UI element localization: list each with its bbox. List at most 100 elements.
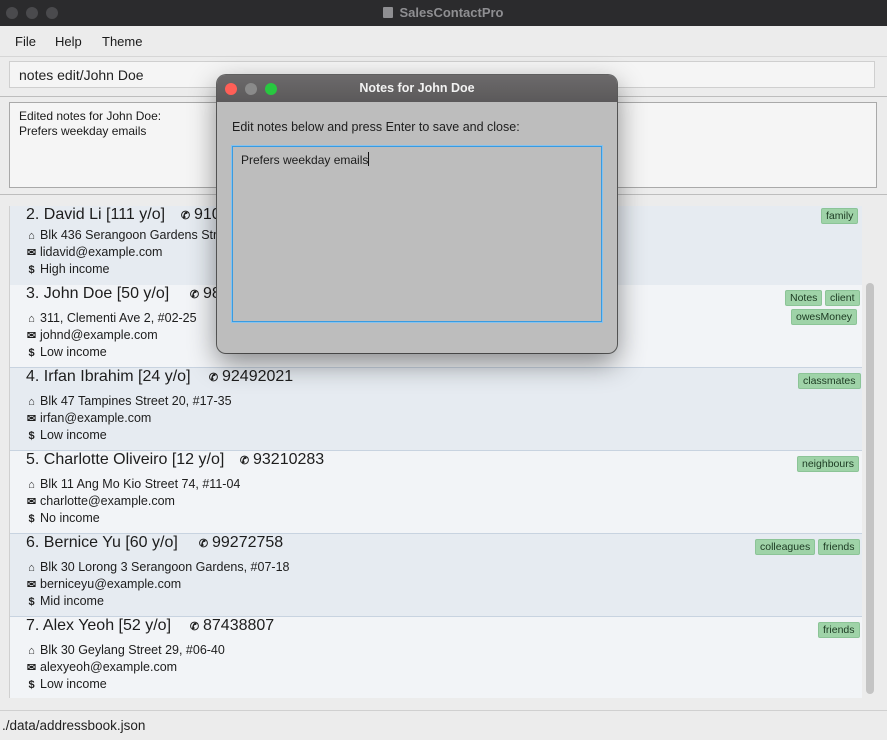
income-text: Mid income [40, 594, 104, 608]
home-icon: ⌂ [28, 230, 35, 242]
dialog-zoom-button[interactable] [265, 83, 277, 95]
tag-owesmoney: owesMoney [791, 309, 858, 325]
person-name: 3. John Doe [50 y/o] [26, 285, 170, 302]
person-card[interactable]: 4. Irfan Ibrahim [24 y/o] ✆ 92492021 ⌂ Blk… [10, 368, 862, 451]
person-phone: ✆ 99272758 [198, 534, 283, 552]
tag-notes: Notes [785, 290, 823, 306]
menu-help[interactable]: Help [55, 34, 82, 49]
notes-editor[interactable]: Prefers weekday emails [232, 146, 602, 322]
person-name: 2. David Li [111 y/o] [26, 206, 166, 223]
tag-colleagues: colleagues [755, 539, 816, 555]
income-text: Low income [40, 677, 107, 691]
dollar-icon: $ [28, 679, 35, 691]
phone-icon: ✆ [180, 210, 191, 222]
mail-icon: ✉ [26, 330, 37, 342]
income-text: No income [40, 511, 100, 525]
home-icon: ⌂ [28, 396, 35, 408]
phone-icon: ✆ [189, 289, 200, 301]
phone-icon: ✆ [198, 538, 209, 550]
person-email: ✉ irfan@example.com [26, 411, 151, 425]
person-card[interactable]: 6. Bernice Yu [60 y/o] ✆ 99272758 ⌂ Blk 30… [10, 534, 862, 617]
phone-icon: ✆ [239, 455, 250, 467]
phone-number: 93210283 [253, 451, 325, 468]
person-name: 5. Charlotte Oliveiro [12 y/o] [26, 451, 225, 468]
person-email: ✉ alexyeoh@example.com [26, 660, 177, 674]
notes-editor-text: Prefers weekday emails [241, 153, 369, 167]
dollar-icon: $ [28, 264, 35, 276]
storage-path: ./data/addressbook.json [2, 718, 146, 733]
window-titlebar: SalesContactPro [0, 0, 887, 26]
person-name: 6. Bernice Yu [60 y/o] [26, 534, 178, 551]
app-icon [383, 7, 394, 18]
person-address: ⌂ Blk 436 Serangoon Gardens Stre [26, 228, 224, 242]
menu-theme[interactable]: Theme [102, 34, 142, 49]
person-email: ✉ charlotte@example.com [26, 494, 175, 508]
person-phone: ✆ 87438807 [189, 617, 274, 635]
mail-icon: ✉ [26, 413, 37, 425]
dialog-prompt: Edit notes below and press Enter to save… [232, 120, 520, 134]
dollar-icon: $ [28, 596, 35, 608]
email-text: berniceyu@example.com [40, 577, 182, 591]
person-income: $ High income [26, 262, 109, 276]
home-icon: ⌂ [28, 479, 35, 491]
address-text: Blk 30 Geylang Street 29, #06-40 [40, 643, 225, 657]
address-text: Blk 47 Tampines Street 20, #17-35 [40, 394, 232, 408]
home-icon: ⌂ [28, 562, 35, 574]
email-text: alexyeoh@example.com [40, 660, 178, 674]
mail-icon: ✉ [26, 662, 37, 674]
dialog-close-button[interactable] [225, 83, 237, 95]
phone-icon: ✆ [208, 372, 219, 384]
address-text: Blk 436 Serangoon Gardens Stre [40, 228, 225, 242]
email-text: johnd@example.com [40, 328, 158, 342]
menu-file[interactable]: File [15, 34, 36, 49]
person-income: $ Low income [26, 677, 107, 691]
person-card[interactable]: 7. Alex Yeoh [52 y/o] ✆ 87438807 ⌂ Blk 30 … [10, 617, 862, 698]
notes-dialog[interactable]: Notes for John Doe Edit notes below and … [217, 75, 617, 353]
dollar-icon: $ [28, 430, 35, 442]
dialog-title: Notes for John Doe [359, 81, 475, 95]
person-address: ⌂ 311, Clementi Ave 2, #02-25 [26, 311, 197, 325]
person-phone: ✆ 93210283 [239, 451, 324, 469]
person-name: 4. Irfan Ibrahim [24 y/o] [26, 368, 191, 385]
dollar-icon: $ [28, 513, 35, 525]
phone-number: 87438807 [203, 617, 275, 634]
tag-client: client [825, 290, 860, 306]
home-icon: ⌂ [28, 645, 35, 657]
email-text: charlotte@example.com [40, 494, 175, 508]
dollar-icon: $ [28, 347, 35, 359]
person-address: ⌂ Blk 30 Geylang Street 29, #06-40 [26, 643, 225, 657]
window-title-container: SalesContactPro [0, 5, 887, 20]
person-income: $ Low income [26, 428, 107, 442]
person-income: $ No income [26, 511, 100, 525]
person-email: ✉ berniceyu@example.com [26, 577, 181, 591]
person-address: ⌂ Blk 47 Tampines Street 20, #17-35 [26, 394, 232, 408]
mail-icon: ✉ [26, 247, 37, 259]
income-text: High income [40, 262, 110, 276]
person-email: ✉ lidavid@example.com [26, 245, 163, 259]
mail-icon: ✉ [26, 496, 37, 508]
status-bar: ./data/addressbook.json [0, 710, 887, 740]
tag-classmates: classmates [798, 373, 861, 389]
phone-number: 99272758 [212, 534, 284, 551]
person-name: 7. Alex Yeoh [52 y/o] [26, 617, 172, 634]
tag-friends: friends [818, 622, 860, 638]
person-income: $ Low income [26, 345, 107, 359]
list-scrollbar-thumb[interactable] [866, 283, 874, 694]
person-card[interactable]: 5. Charlotte Oliveiro [12 y/o] ✆ 93210283… [10, 451, 862, 534]
income-text: Low income [40, 428, 107, 442]
email-text: irfan@example.com [40, 411, 152, 425]
email-text: lidavid@example.com [40, 245, 163, 259]
person-address: ⌂ Blk 30 Lorong 3 Serangoon Gardens, #07-… [26, 560, 289, 574]
dialog-minimize-button[interactable] [245, 83, 257, 95]
person-income: $ Mid income [26, 594, 104, 608]
income-text: Low income [40, 345, 107, 359]
address-text: 311, Clementi Ave 2, #02-25 [40, 311, 197, 325]
mail-icon: ✉ [26, 579, 37, 591]
tag-family: family [821, 208, 859, 224]
person-email: ✉ johnd@example.com [26, 328, 158, 342]
person-phone: ✆ 92492021 [208, 368, 293, 386]
tag-neighbours: neighbours [797, 456, 859, 472]
window-title: SalesContactPro [399, 5, 504, 20]
dialog-titlebar: Notes for John Doe [217, 75, 617, 102]
person-phone: ✆ 910 [180, 206, 221, 224]
